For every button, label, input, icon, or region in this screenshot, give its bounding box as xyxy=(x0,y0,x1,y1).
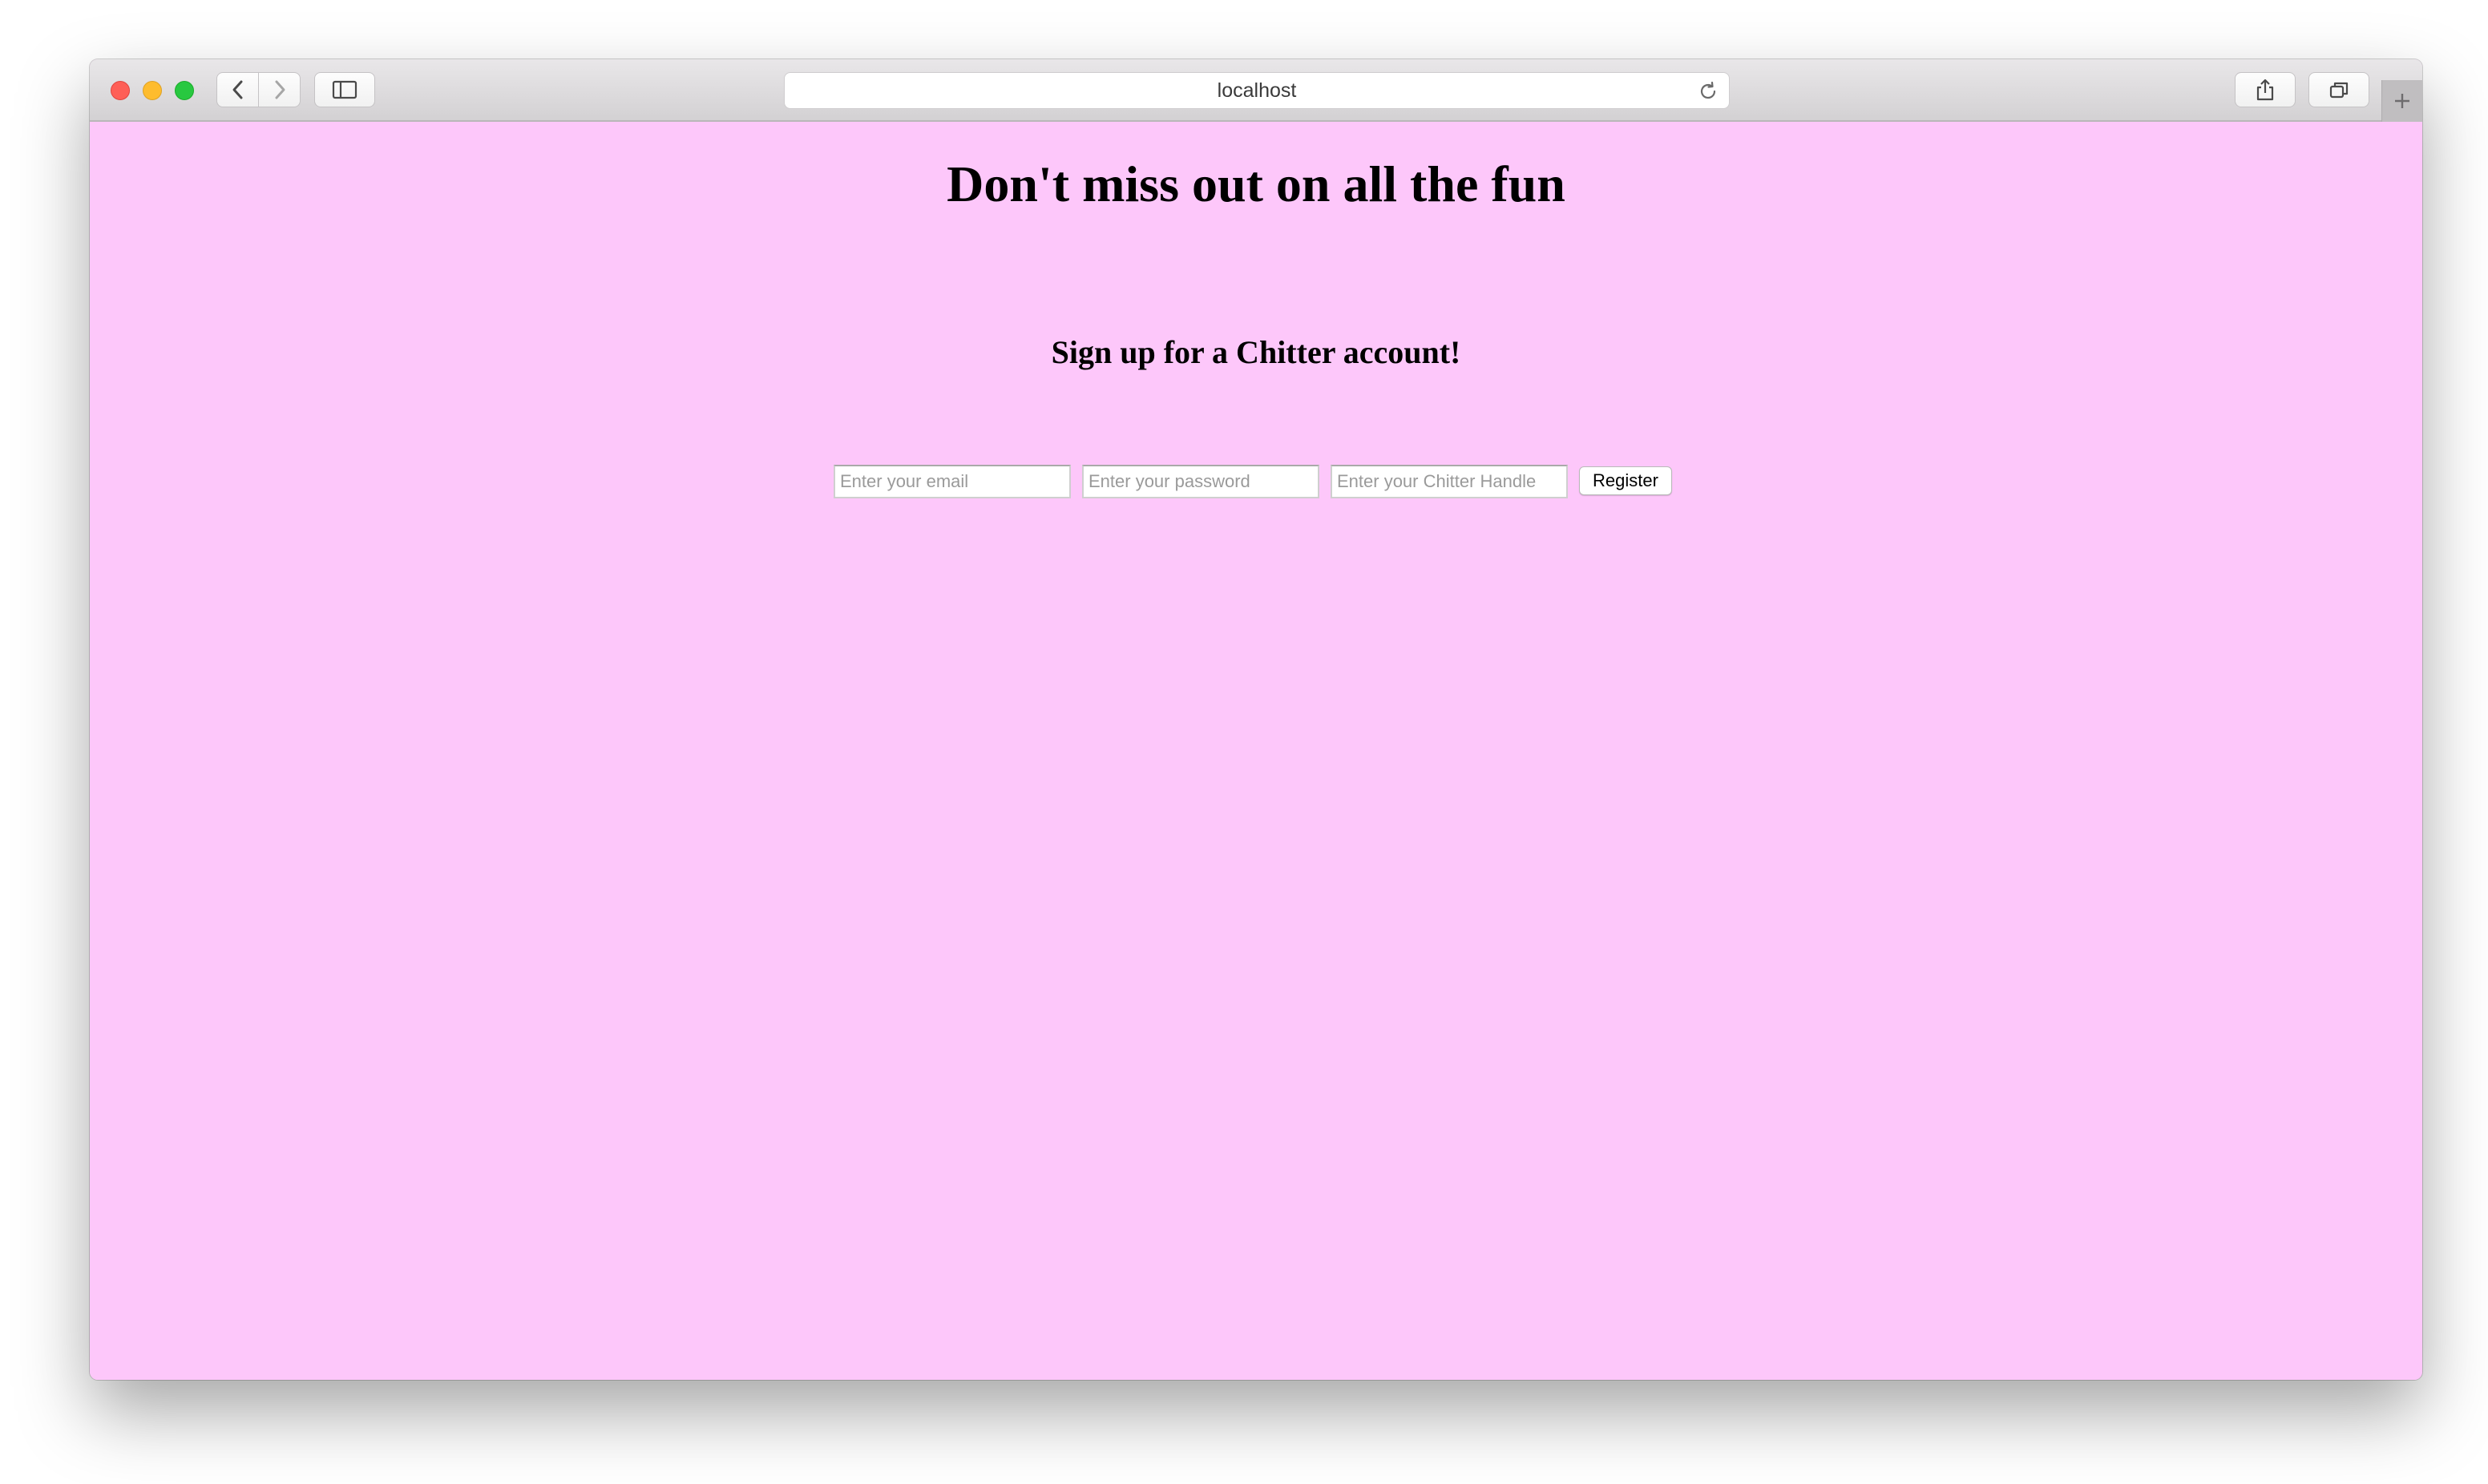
chitter-handle-field[interactable] xyxy=(1331,465,1568,498)
navigation-buttons xyxy=(216,72,301,107)
chevron-right-icon xyxy=(275,80,285,99)
share-icon xyxy=(2256,79,2274,101)
password-field[interactable] xyxy=(1082,465,1319,498)
page-content: Don't miss out on all the fun Sign up fo… xyxy=(90,122,2422,1380)
address-bar[interactable]: localhost xyxy=(784,72,1730,109)
signup-heading: Sign up for a Chitter account! xyxy=(1051,334,1461,370)
back-button[interactable] xyxy=(216,72,259,107)
page-title: Don't miss out on all the fun xyxy=(947,155,1565,212)
forward-button[interactable] xyxy=(258,72,301,107)
minimize-window-button[interactable] xyxy=(143,81,162,100)
register-button[interactable]: Register xyxy=(1579,466,1672,495)
share-button[interactable] xyxy=(2235,72,2296,107)
email-field[interactable] xyxy=(834,465,1071,498)
close-window-button[interactable] xyxy=(111,81,130,100)
tabs-overview-icon xyxy=(2329,82,2349,99)
sidebar-icon xyxy=(332,80,357,99)
new-tab-button[interactable] xyxy=(2381,80,2422,122)
browser-window: localhost Don't miss out on all the fun … xyxy=(90,59,2422,1380)
zoom-window-button[interactable] xyxy=(175,81,194,100)
sidebar-toggle-button[interactable] xyxy=(314,72,375,107)
browser-toolbar: localhost xyxy=(90,59,2422,122)
plus-icon xyxy=(2395,94,2409,108)
chevron-left-icon xyxy=(232,80,242,99)
address-url: localhost xyxy=(1217,79,1297,102)
tabs-overview-button[interactable] xyxy=(2308,72,2369,107)
reload-icon[interactable] xyxy=(1697,80,1719,103)
